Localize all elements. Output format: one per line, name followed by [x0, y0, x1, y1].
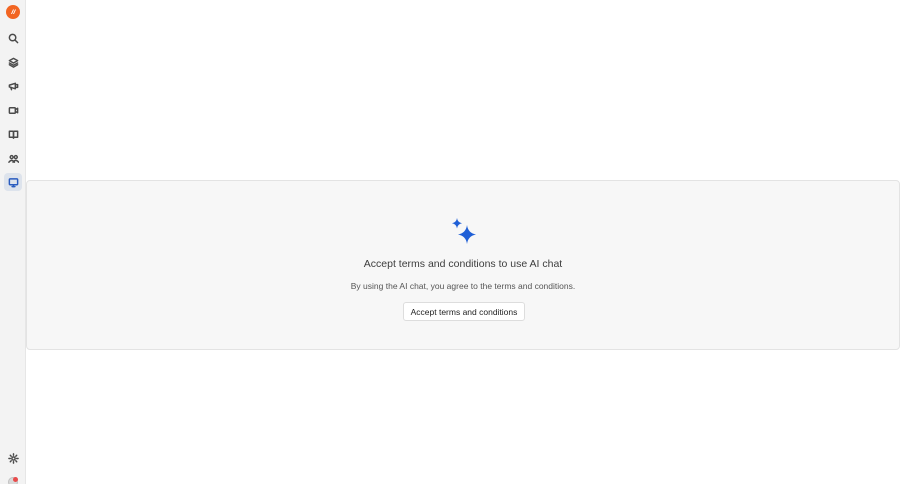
sidebar-item-community[interactable]	[4, 149, 22, 167]
accept-terms-button[interactable]: Accept terms and conditions	[403, 302, 525, 321]
sparkle-icon	[452, 218, 476, 244]
users-icon	[7, 154, 19, 163]
chat-icon	[8, 177, 18, 187]
logo-mark-icon	[11, 9, 16, 14]
terms-subtitle: By using the AI chat, you agree to the t…	[350, 281, 576, 291]
layers-icon	[8, 57, 18, 68]
book-icon	[8, 130, 18, 139]
app-logo[interactable]	[6, 5, 20, 19]
megaphone-icon	[8, 82, 18, 90]
notification-dot	[13, 477, 18, 482]
video-icon	[8, 106, 18, 114]
terms-title: Accept terms and conditions to use AI ch…	[363, 258, 563, 270]
sidebar-item-layers[interactable]	[4, 53, 22, 71]
app-window: Accept terms and conditions to use AI ch…	[0, 0, 900, 484]
sidebar-item-search[interactable]	[4, 29, 22, 47]
sidebar-item-settings[interactable]	[4, 449, 22, 467]
sidebar-item-ai-chat[interactable]	[4, 173, 22, 191]
sidebar-item-video[interactable]	[4, 101, 22, 119]
sidebar-item-docs[interactable]	[4, 125, 22, 143]
sidebar-item-announcements[interactable]	[4, 77, 22, 95]
gear-icon	[7, 452, 19, 464]
search-icon	[8, 33, 18, 43]
ai-chat-terms-panel: Accept terms and conditions to use AI ch…	[26, 180, 900, 350]
sidebar	[0, 0, 26, 484]
